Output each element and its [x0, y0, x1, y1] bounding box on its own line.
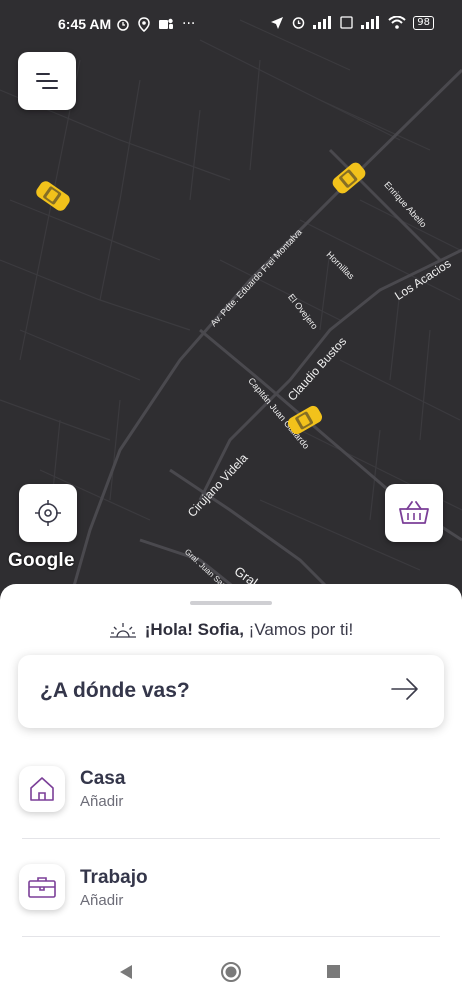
divider [22, 936, 440, 937]
menu-icon [36, 73, 58, 89]
wifi-icon [388, 16, 406, 29]
battery-indicator: 98 [413, 15, 434, 30]
more-notifications-icon: ··· [182, 16, 196, 32]
sim-icon [340, 16, 353, 29]
google-attribution: Google [8, 550, 75, 571]
place-item-home[interactable]: Casa Añadir [0, 756, 462, 854]
place-item-work[interactable]: Trabajo Añadir [0, 854, 462, 952]
place-subtitle: Añadir [80, 793, 124, 810]
sunrise-icon [109, 623, 136, 638]
home-icon [30, 777, 54, 801]
place-title: Casa [80, 768, 126, 789]
taxi-car-icon [332, 162, 366, 194]
my-location-button[interactable] [19, 484, 77, 542]
recent-apps-icon[interactable] [327, 965, 340, 978]
alarm-icon [117, 19, 129, 31]
home-button-icon[interactable] [220, 961, 242, 983]
divider [22, 838, 440, 839]
greeting: ¡Hola! Sofia, ¡Vamos por ti! [0, 620, 462, 640]
menu-button[interactable] [18, 52, 76, 110]
status-notifications: ··· [116, 16, 195, 32]
status-system-icons: 98 [270, 15, 434, 30]
home-icon-box [19, 766, 65, 812]
sheet-handle[interactable] [190, 601, 272, 605]
place-title: Trabajo [80, 867, 148, 888]
greeting-name: ¡Hola! Sofia, [144, 620, 244, 639]
system-navigation-bar [0, 945, 462, 1000]
briefcase-icon [28, 877, 56, 898]
basket-button[interactable] [385, 484, 443, 542]
locate-icon [35, 500, 61, 526]
navigation-icon [271, 16, 284, 29]
status-bar: 6:45 AM ··· 98 [0, 0, 462, 50]
bottom-sheet: ¡Hola! Sofia, ¡Vamos por ti! ¿A dónde va… [0, 584, 462, 1000]
briefcase-icon-box [19, 864, 65, 910]
place-subtitle: Añadir [80, 892, 124, 909]
basket-icon [399, 501, 429, 524]
destination-search[interactable]: ¿A dónde vas? [18, 655, 444, 728]
location-pin-icon [138, 16, 150, 32]
signal-icon [313, 16, 332, 29]
destination-prompt: ¿A dónde vas? [40, 679, 190, 702]
teams-icon [159, 18, 173, 29]
signal-icon [361, 16, 380, 29]
greeting-text: ¡Vamos por ti! [248, 620, 354, 639]
back-icon[interactable] [118, 964, 134, 980]
taxi-car-icon [287, 405, 323, 435]
arrow-right-icon [391, 678, 418, 700]
taxi-car-icon [36, 181, 70, 211]
status-time: 6:45 AM [58, 16, 112, 32]
alarm-clock-icon [293, 17, 305, 29]
